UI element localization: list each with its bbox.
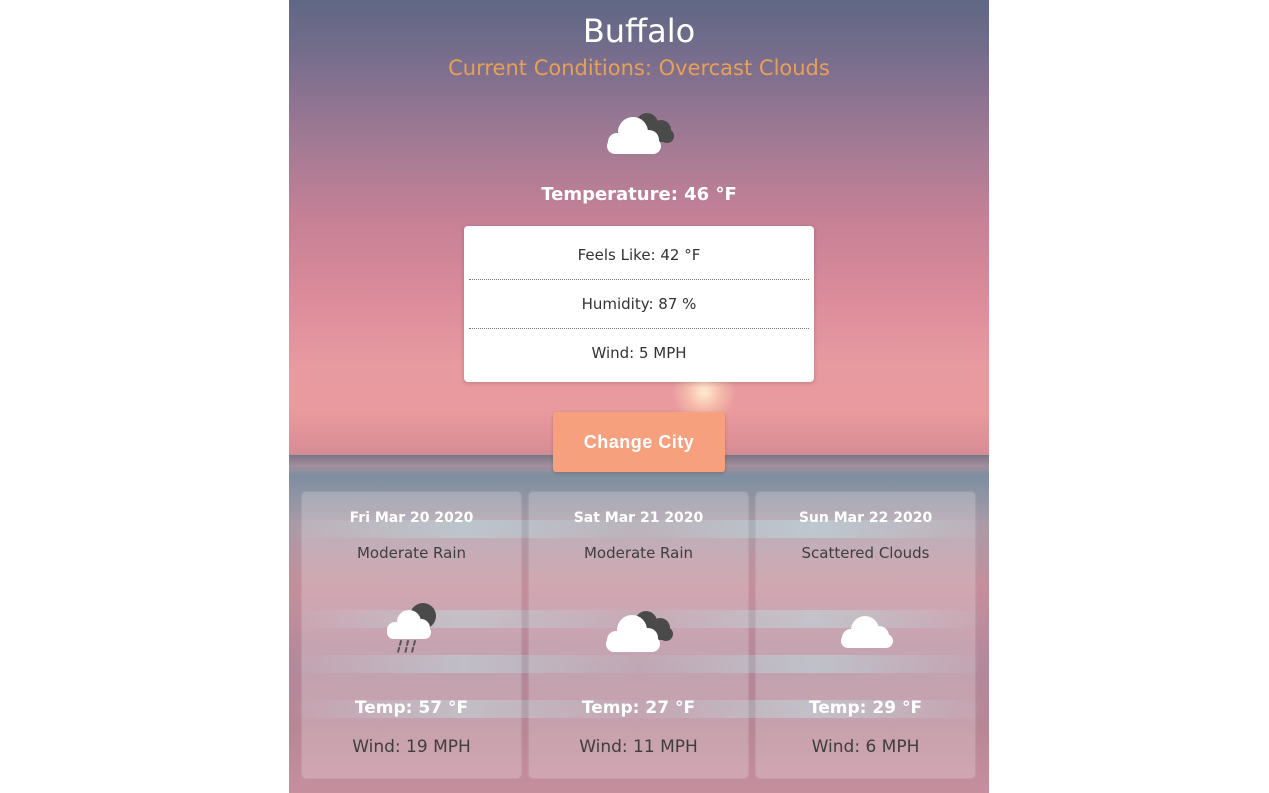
forecast-card: Sun Mar 22 2020 Scattered Clouds Temp: 2…: [756, 492, 975, 778]
forecast-temp: Temp: 29 °F: [808, 698, 923, 718]
rain-icon: [387, 603, 436, 655]
forecast-wind: Wind: 11 MPH: [579, 737, 698, 757]
forecast-date: Sun Mar 22 2020: [798, 510, 933, 526]
forecast-description: Moderate Rain: [356, 544, 467, 562]
wind: Wind: 5 MPH: [591, 344, 687, 362]
current-temperature: Temperature: 46 °F: [541, 184, 737, 205]
broken-clouds-icon: [606, 611, 673, 652]
forecast-description: Moderate Rain: [583, 544, 694, 562]
feels-like: Feels Like: 42 °F: [469, 231, 809, 280]
forecast-card: Sat Mar 21 2020 Moderate Rain Temp: 27 °…: [529, 492, 748, 778]
weather-app: Buffalo Current Conditions: Overcast Clo…: [289, 0, 989, 793]
change-city-button[interactable]: Change City: [553, 412, 725, 472]
forecast-date: Sat Mar 21 2020: [573, 510, 704, 526]
city-name: Buffalo: [582, 12, 696, 50]
forecast-wind: Wind: 19 MPH: [352, 737, 471, 757]
forecast-temp: Temp: 57 °F: [354, 698, 469, 718]
forecast-description: Scattered Clouds: [801, 544, 930, 562]
forecast-date: Fri Mar 20 2020: [349, 510, 474, 526]
forecast-card: Fri Mar 20 2020 Moderate Rain Temp: 57 °…: [302, 492, 521, 778]
cloud-icon: [841, 616, 893, 648]
overcast-clouds-icon: [607, 113, 674, 154]
current-conditions: Current Conditions: Overcast Clouds: [448, 56, 830, 80]
forecast-temp: Temp: 27 °F: [581, 698, 696, 718]
forecast-wind: Wind: 6 MPH: [811, 737, 920, 757]
humidity: Humidity: 87 %: [469, 280, 809, 329]
details-panel: Feels Like: 42 °F Humidity: 87 % Wind: 5…: [464, 226, 814, 382]
